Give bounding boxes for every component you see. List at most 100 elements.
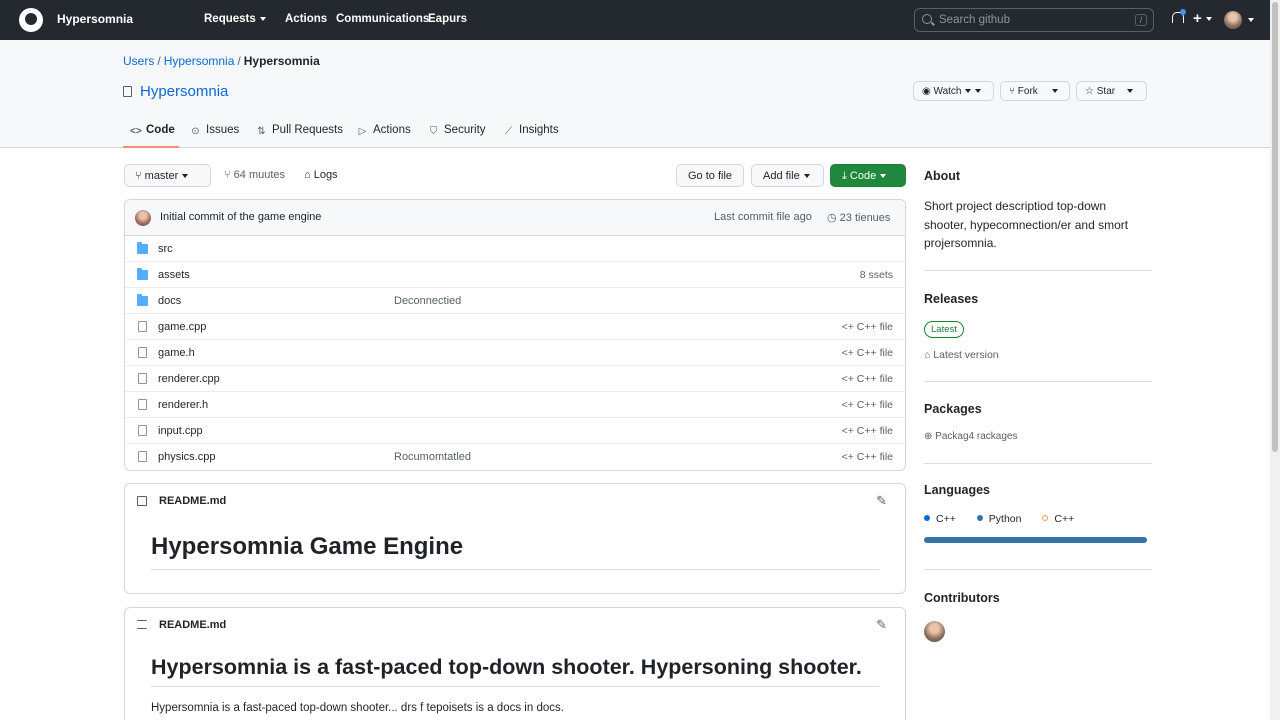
releases-title[interactable]: Releases xyxy=(924,292,978,306)
edit-pencil-icon[interactable]: ✎ xyxy=(876,617,887,633)
create-new-button[interactable]: + xyxy=(1193,10,1212,27)
file-row[interactable]: input.cpp <+ C++ file xyxy=(125,418,905,444)
tab-pull-requests[interactable]: ⇅ Pull Requests xyxy=(256,124,343,137)
chevron-down-icon xyxy=(803,174,810,179)
scrollbar-thumb[interactable] xyxy=(1272,2,1278,452)
packages-title[interactable]: Packages xyxy=(924,402,982,416)
file-name[interactable]: game.h xyxy=(158,347,195,359)
readme-heading: Hypersomnia is a fast-paced top-down sho… xyxy=(151,655,862,679)
file-name[interactable]: renderer.h xyxy=(158,399,208,411)
file-commit-message[interactable]: Rocumomtatled xyxy=(394,451,471,463)
go-to-file-button[interactable]: Go to file xyxy=(676,164,744,187)
file-name[interactable]: physics.cpp xyxy=(158,451,215,463)
user-avatar[interactable] xyxy=(1224,11,1242,29)
play-icon: ▷ xyxy=(358,126,367,137)
chevron-down-icon xyxy=(1205,17,1212,22)
top-nav: Hypersomnia Requests Actions Communicati… xyxy=(0,0,1270,40)
folder-icon xyxy=(137,268,148,280)
file-name[interactable]: docs xyxy=(158,295,181,307)
file-list: Initial commit of the game engine Last c… xyxy=(124,199,906,471)
file-row[interactable]: game.cpp <+ C++ file xyxy=(125,314,905,340)
file-meta: <+ C++ file xyxy=(841,425,893,437)
language-item[interactable]: C++ xyxy=(924,513,956,525)
commits-link[interactable]: ⑂ 64 muutes xyxy=(224,169,285,181)
file-name[interactable]: renderer.cpp xyxy=(158,373,220,385)
tab-insights[interactable]: ⟋ Insights xyxy=(503,124,559,137)
tab-security[interactable]: ⛉ Security xyxy=(428,124,486,137)
repo-title[interactable]: Hypersomnia xyxy=(123,83,228,100)
readme-filename[interactable]: README.md xyxy=(159,495,226,507)
search-input[interactable]: Search github / xyxy=(914,8,1154,32)
packages-link[interactable]: ⊕ Packag4 rackages xyxy=(924,431,1017,442)
file-row[interactable]: docs Deconnectied xyxy=(125,288,905,314)
latest-release-badge: Latest xyxy=(924,321,964,338)
tab-code[interactable]: <> Code xyxy=(130,124,175,137)
sidebar-divider xyxy=(924,270,1152,271)
file-name[interactable]: game.cpp xyxy=(158,321,206,333)
chevron-down-icon xyxy=(1051,89,1058,94)
folder-icon xyxy=(137,294,148,306)
about-description: Short project descriptiod top-down shoot… xyxy=(924,199,1129,250)
watch-button[interactable]: ◉ Watch xyxy=(913,81,994,101)
edit-pencil-icon[interactable]: ✎ xyxy=(876,493,887,509)
nav-link-eapurs[interactable]: Eapurs xyxy=(428,13,467,25)
file-meta: <+ C++ file xyxy=(841,451,893,463)
committer-avatar[interactable] xyxy=(135,210,151,226)
nav-brand[interactable]: Hypersomnia xyxy=(57,12,133,26)
folder-icon xyxy=(137,242,148,254)
add-file-button[interactable]: Add file xyxy=(751,164,824,187)
file-name[interactable]: input.cpp xyxy=(158,425,203,437)
language-color-icon xyxy=(976,515,983,521)
language-item[interactable]: C++ xyxy=(1042,513,1074,525)
notifications-bell-icon[interactable] xyxy=(1171,9,1186,25)
page-scrollbar[interactable] xyxy=(1270,0,1280,720)
file-row[interactable]: renderer.cpp <+ C++ file xyxy=(125,366,905,392)
file-row[interactable]: renderer.h <+ C++ file xyxy=(125,392,905,418)
star-button[interactable]: ☆ Star xyxy=(1076,81,1147,101)
tag-icon: ⌂ xyxy=(924,349,934,361)
fork-button[interactable]: ⑂ Fork xyxy=(1000,81,1070,101)
contributor-avatar[interactable] xyxy=(924,621,945,642)
readme-divider xyxy=(151,569,879,570)
breadcrumb-owner[interactable]: Hypersomnia xyxy=(164,54,235,68)
file-row[interactable]: src xyxy=(125,236,905,262)
language-item[interactable]: Python xyxy=(976,513,1021,525)
chevron-down-icon xyxy=(965,89,972,94)
chevron-down-icon[interactable] xyxy=(1248,18,1254,22)
chevron-down-icon xyxy=(1127,89,1134,94)
fork-icon: ⑂ xyxy=(1009,86,1018,97)
readme-filename[interactable]: README.md xyxy=(159,619,226,631)
file-row[interactable]: assets 8 ssets xyxy=(125,262,905,288)
file-commit-message[interactable]: Deconnectied xyxy=(394,295,461,307)
file-meta: 8 ssets xyxy=(859,269,893,281)
tab-actions[interactable]: ▷ Actions xyxy=(357,124,411,137)
sidebar-divider xyxy=(924,381,1152,382)
file-name[interactable]: src xyxy=(158,243,173,255)
list-icon xyxy=(137,620,147,629)
file-meta: <+ C++ file xyxy=(841,347,893,359)
nav-link-requests[interactable]: Requests xyxy=(204,13,266,25)
slash-shortcut-icon: / xyxy=(1135,14,1147,26)
latest-release-link[interactable]: ⌂ Latest version xyxy=(924,349,999,361)
github-logo-icon[interactable] xyxy=(19,8,43,32)
commit-history-link[interactable]: ◷ 23 tienues xyxy=(827,211,890,224)
breadcrumb-users[interactable]: Users xyxy=(123,54,154,68)
file-row[interactable]: physics.cpp Rocumomtatled <+ C++ file xyxy=(125,444,905,470)
nav-link-communications[interactable]: Communications xyxy=(336,13,429,25)
file-icon xyxy=(138,425,147,436)
tab-issues[interactable]: ⊙ Issues xyxy=(190,124,239,137)
file-icon xyxy=(138,347,147,358)
nav-link-actions[interactable]: Actions xyxy=(285,13,327,25)
language-color-icon xyxy=(924,515,930,521)
latest-commit-row: Initial commit of the game engine Last c… xyxy=(125,200,905,236)
branch-selector[interactable]: ⑂ master xyxy=(124,164,211,187)
code-button[interactable]: ⤓ Code xyxy=(830,164,906,187)
logs-link[interactable]: ⌂ Logs xyxy=(304,169,338,181)
file-name[interactable]: assets xyxy=(158,269,190,281)
file-row[interactable]: game.h <+ C++ file xyxy=(125,340,905,366)
contributors-title[interactable]: Contributors xyxy=(924,591,1000,605)
sidebar-divider xyxy=(924,569,1152,570)
commit-time: Last commit file ago xyxy=(714,211,812,223)
commit-message[interactable]: Initial commit of the game engine xyxy=(160,211,321,223)
active-tab-indicator xyxy=(123,146,179,148)
